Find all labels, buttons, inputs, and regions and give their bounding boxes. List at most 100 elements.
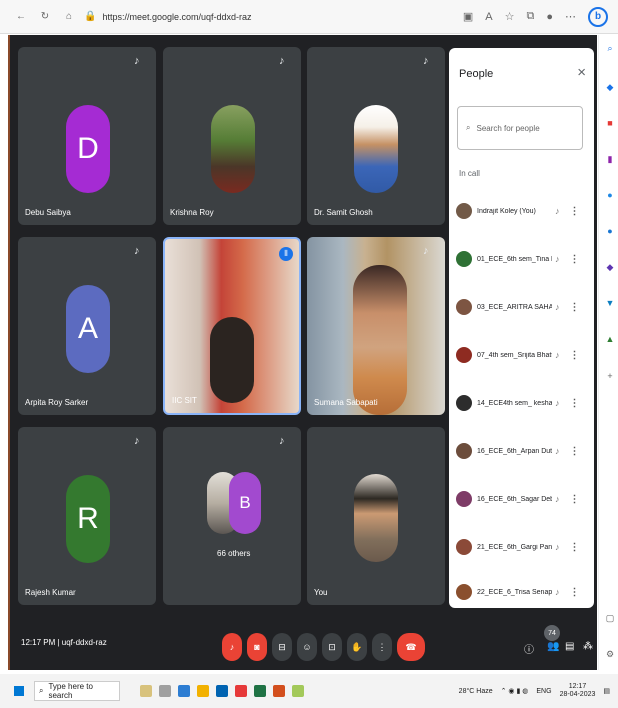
outlook-icon[interactable]: ◆ [604, 262, 616, 274]
tile-iic-video[interactable]: ⦀ IIC SIT [163, 237, 301, 415]
more-icon[interactable]: ⋮ [570, 302, 580, 313]
refresh-icon[interactable]: ↻ [38, 11, 52, 22]
mic-off-icon: ♪ [555, 542, 560, 552]
leave-call-button[interactable]: ☎ [397, 633, 425, 661]
more-options-button[interactable]: ⋮ [372, 633, 392, 661]
more-icon[interactable]: ⋮ [570, 398, 580, 409]
tile-arpita[interactable]: ♪ A Arpita Roy Sarker [18, 237, 156, 415]
back-icon[interactable]: ← [14, 11, 28, 22]
participant-row[interactable]: 07_4th sem_Srijita Bhatta...♪ ⋮ [456, 339, 586, 371]
mic-off-icon: ♪ [423, 55, 429, 67]
tile-others[interactable]: ♪ B 66 others [163, 427, 301, 605]
drop-icon[interactable]: ▼ [604, 298, 616, 310]
language-text[interactable]: ENG [536, 688, 551, 695]
tile-krishna[interactable]: ♪ Krishna Roy [163, 47, 301, 225]
edge-icon[interactable] [178, 685, 190, 697]
store-icon[interactable] [216, 685, 228, 697]
weather-text[interactable]: 28°C Haze [459, 688, 493, 695]
participant-row[interactable]: 21_ECE_6th_Gargi Pandit ♪ ⋮ [456, 531, 586, 563]
activities-icon[interactable]: ⁂ [583, 641, 593, 652]
people-icon[interactable]: 👥 [547, 641, 559, 652]
chat-icon[interactable]: ▤ [565, 641, 574, 652]
profile-icon[interactable]: ● [546, 11, 553, 23]
tile-sumana-video[interactable]: ♪ Sumana Sabapati [307, 237, 445, 415]
office-icon[interactable]: ● [604, 226, 616, 238]
control-bar: 12:17 PM | uqf-ddxd-raz ♪ ◙ ⊟ ☺ ⊡ ✋ ⋮ ☎ … [10, 625, 599, 670]
camera-toggle-button[interactable]: ◙ [247, 633, 267, 661]
tile-name: Rajesh Kumar [25, 588, 76, 597]
participant-name: 07_4th sem_Srijita Bhatta... [477, 351, 552, 359]
favorite-icon[interactable]: ☆ [505, 10, 515, 23]
system-tray: 28°C Haze ⌃ ◉ ▮ ◍ ENG 12:17 28-04-2023 ▤ [459, 683, 610, 698]
reactions-button[interactable]: ☺ [297, 633, 317, 661]
more-icon[interactable]: ⋮ [570, 587, 580, 598]
tag-icon[interactable]: ◆ [604, 82, 616, 94]
participant-row[interactable]: 16_ECE_6th_Arpan Dutta ♪ ⋮ [456, 435, 586, 467]
powerpoint-icon[interactable] [273, 685, 285, 697]
games-icon[interactable]: ● [604, 190, 616, 202]
windows-taskbar: ⌕ Type here to search 28°C Haze ⌃ ◉ ▮ ◍ … [0, 674, 618, 708]
chrome-icon[interactable] [235, 685, 247, 697]
add-icon[interactable]: + [604, 371, 616, 383]
taskbar-search[interactable]: ⌕ Type here to search [34, 681, 120, 701]
raise-hand-button[interactable]: ✋ [347, 633, 367, 661]
panel-title: People [459, 68, 494, 80]
tile-debu[interactable]: ♪ D Debu Saibya [18, 47, 156, 225]
task-view-icon[interactable] [159, 685, 171, 697]
participant-name: 03_ECE_ARITRA SAHA [477, 303, 552, 311]
tray-icons[interactable]: ⌃ ◉ ▮ ◍ [501, 687, 529, 695]
more-icon[interactable]: ⋮ [570, 542, 580, 553]
participant-row[interactable]: 01_ECE_6th sem_Tina Dal...♪ ⋮ [456, 243, 586, 275]
notification-icon[interactable]: ▤ [603, 687, 610, 695]
search-icon[interactable]: ⌕ [604, 43, 616, 55]
more-icon[interactable]: ⋮ [570, 446, 580, 457]
present-button[interactable]: ⊡ [322, 633, 342, 661]
captions-button[interactable]: ⊟ [272, 633, 292, 661]
edge-sidebar: ⌕ ◆ ■ ▮ ● ● ◆ ▼ ▲ + ▢ ⚙ [598, 35, 618, 670]
participant-row[interactable]: 22_ECE_6_Trisa Senapati...♪ ⋮ [456, 576, 586, 608]
participant-row[interactable]: Indrajit Koley (You) ♪ ⋮ [456, 195, 586, 227]
tile-rajesh[interactable]: ♪ R Rajesh Kumar [18, 427, 156, 605]
app-icon[interactable] [292, 685, 304, 697]
bing-icon[interactable]: b [588, 6, 608, 27]
info-icon[interactable]: ⓘ [524, 641, 534, 656]
participant-row[interactable]: 16_ECE_6th_Sagar Debna...♪ ⋮ [456, 483, 586, 515]
settings-icon[interactable]: ⚙ [604, 649, 616, 661]
widget-icon[interactable] [140, 685, 152, 697]
tree-icon[interactable]: ▲ [604, 334, 616, 346]
font-icon[interactable]: A [485, 11, 492, 23]
mic-off-icon: ♪ [555, 206, 560, 216]
participant-count-badge: 74 [544, 625, 560, 641]
more-icon[interactable]: ⋮ [570, 254, 580, 265]
search-people-input[interactable]: ⌕ Search for people [457, 106, 583, 150]
participant-row[interactable]: 14_ECE4th sem_ keshav ♪ ⋮ [456, 387, 586, 419]
more-icon[interactable]: ⋮ [570, 350, 580, 361]
explorer-icon[interactable] [197, 685, 209, 697]
mic-off-icon: ♪ [423, 245, 429, 257]
excel-icon[interactable] [254, 685, 266, 697]
tile-you[interactable]: You [307, 427, 445, 605]
sidebar-toggle-icon[interactable]: ▢ [604, 613, 616, 625]
more-icon[interactable]: ⋮ [570, 494, 580, 505]
avatar-initial: A [66, 285, 110, 373]
tools-icon[interactable]: ▮ [604, 154, 616, 166]
participant-avatar [456, 584, 472, 600]
participant-row[interactable]: 03_ECE_ARITRA SAHA ♪ ⋮ [456, 291, 586, 323]
clock[interactable]: 12:17 28-04-2023 [560, 683, 596, 698]
tile-name: Krishna Roy [170, 208, 214, 217]
mic-toggle-button[interactable]: ♪ [222, 633, 242, 661]
others-count: 66 others [217, 549, 251, 558]
close-icon[interactable]: × [577, 64, 586, 81]
reader-icon[interactable]: ▣ [463, 10, 473, 23]
address-bar[interactable]: 🔒 https://meet.google.com/uqf-ddxd-raz [84, 11, 463, 22]
mic-off-icon: ♪ [555, 350, 560, 360]
more-icon[interactable]: ⋯ [565, 10, 576, 23]
tile-samit[interactable]: ♪ Dr. Samit Ghosh [307, 47, 445, 225]
collections-icon[interactable]: ⧉ [526, 10, 534, 23]
avatar-photo [354, 474, 398, 562]
start-icon[interactable] [14, 686, 24, 696]
more-icon[interactable]: ⋮ [570, 206, 580, 217]
participant-avatar [456, 443, 472, 459]
home-icon[interactable]: ⌂ [62, 11, 76, 22]
shopping-icon[interactable]: ■ [604, 118, 616, 130]
